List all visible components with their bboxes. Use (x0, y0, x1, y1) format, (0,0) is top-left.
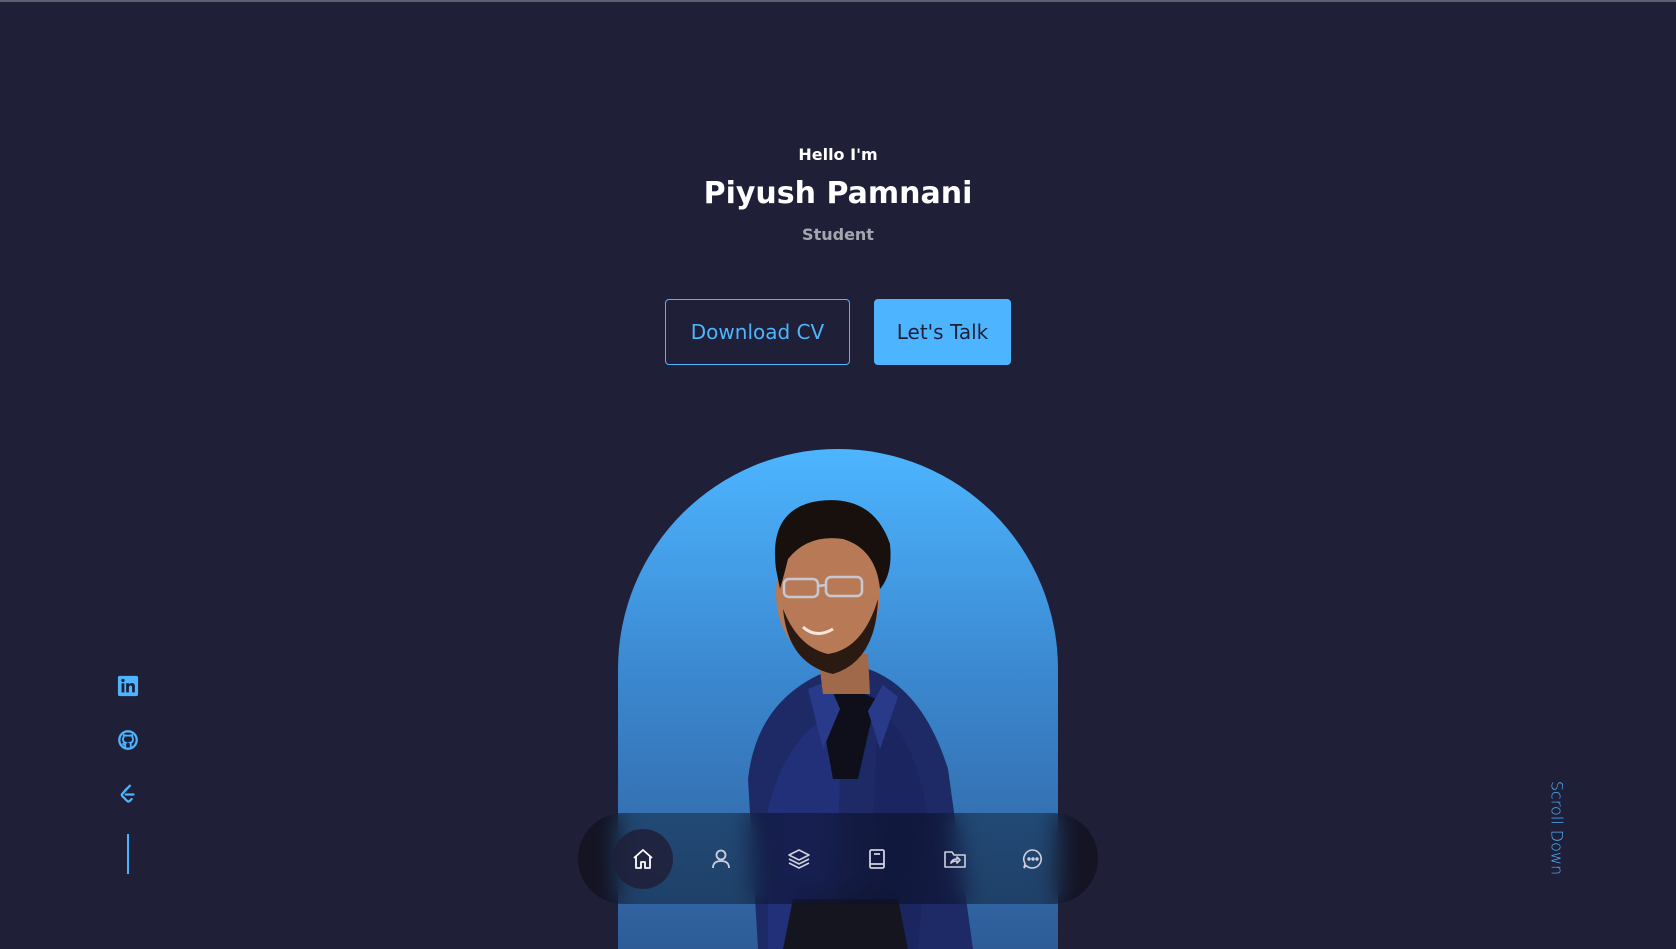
scroll-down-link[interactable]: Scroll Down (1542, 775, 1572, 880)
lets-talk-button[interactable]: Let's Talk (874, 299, 1011, 365)
github-link[interactable] (112, 724, 144, 756)
top-border (0, 0, 1676, 2)
nav-contact[interactable] (1003, 829, 1063, 889)
scroll-down-label: Scroll Down (1547, 780, 1567, 875)
nav-home[interactable] (613, 828, 673, 889)
nav-about[interactable] (691, 829, 751, 889)
hero-name: Piyush Pamnani (703, 176, 973, 211)
home-icon (633, 848, 653, 869)
hero-greeting: Hello I'm (798, 145, 878, 164)
user-icon (712, 849, 730, 868)
layers-icon (788, 848, 810, 869)
linkedin-link[interactable] (112, 670, 144, 702)
nav-resume[interactable] (847, 829, 907, 889)
download-cv-button[interactable]: Download CV (665, 299, 850, 365)
github-icon (118, 730, 138, 750)
linkedin-icon (117, 675, 139, 697)
nav-portfolio[interactable] (925, 829, 985, 889)
hero-role: Student (802, 225, 874, 244)
folder-share-icon (944, 850, 966, 868)
bottom-nav (578, 813, 1098, 904)
social-divider-line (127, 834, 129, 874)
chat-icon (1022, 848, 1042, 869)
leetcode-link[interactable] (112, 778, 144, 810)
nav-experience[interactable] (769, 829, 829, 889)
leetcode-icon (120, 784, 135, 803)
book-icon (869, 848, 885, 869)
